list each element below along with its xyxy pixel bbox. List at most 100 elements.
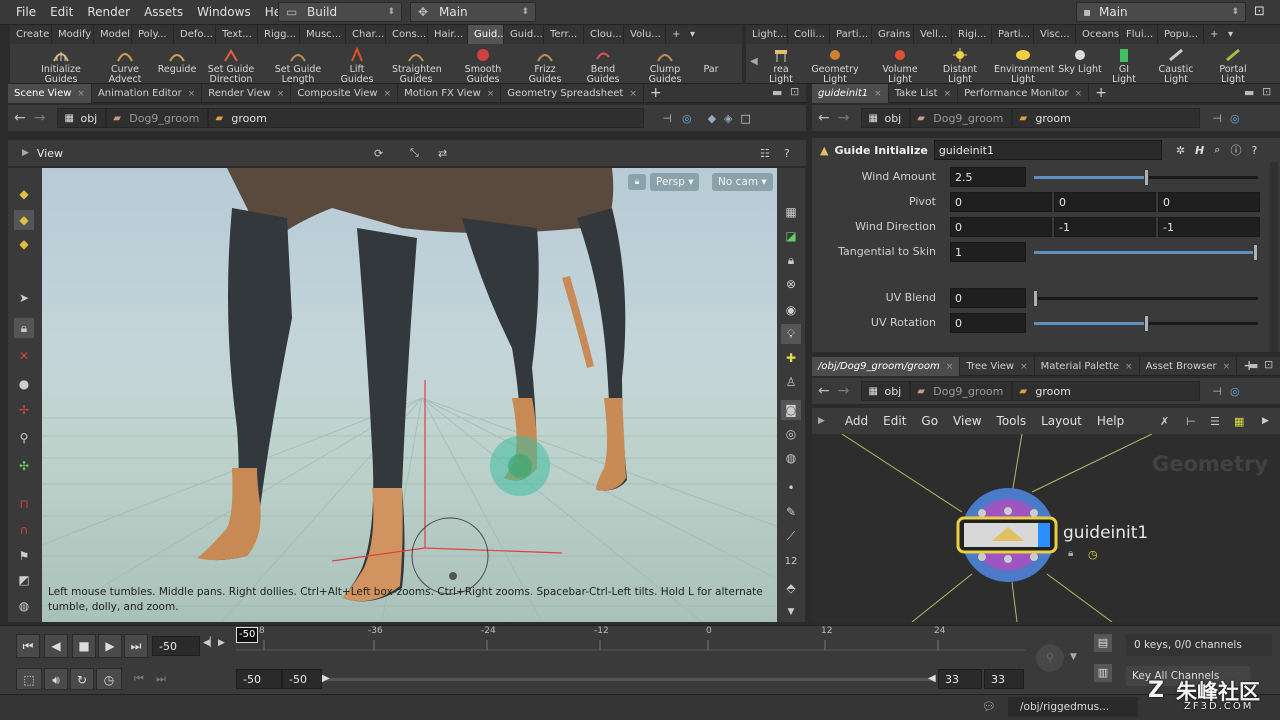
shelf-tab[interactable]: Volu... [624,25,666,44]
shading-icon[interactable]: ◪ [781,226,801,246]
distant-light-tool[interactable]: Distant Light [932,44,988,85]
paint-icon[interactable]: ⬘ [781,578,801,598]
dot-icon[interactable]: • [781,478,801,498]
timeline-ruler[interactable] [236,628,1026,666]
shelf-tab[interactable]: Musc... [300,25,346,44]
shelf-tab[interactable]: Defo... [174,25,216,44]
back-arrow-icon[interactable]: ← [14,110,26,126]
path-crumb-groom[interactable]: ▰ groom [1012,108,1201,128]
shelf-tab[interactable]: Cons... [386,25,428,44]
pane-menu-icon[interactable]: ▬ [1244,86,1254,99]
snap-icon[interactable]: ∩ [14,520,34,540]
loop-icon[interactable]: ↻ [70,668,94,690]
network-menu-help[interactable]: Help [1097,414,1124,428]
pin-icon[interactable]: ⚑ [14,546,34,566]
tangential-slider[interactable] [1034,244,1258,261]
network-menu-layout[interactable]: Layout [1041,414,1082,428]
prev-key-icon[interactable]: ⏮ [134,672,144,686]
uv-rotation-slider[interactable] [1034,315,1258,332]
add-tab-icon[interactable]: + [1204,25,1222,44]
maximize-icon[interactable]: ⊡ [1254,4,1265,19]
pivot-y-field[interactable]: 0 [1054,192,1156,212]
key-all-icon[interactable]: ▥ [1094,664,1112,682]
shelf-tab[interactable]: Rigi... [952,25,992,44]
scene-viewport[interactable]: 🔒︎ Persp ▾ No cam ▾ [42,168,777,622]
shelf-tab[interactable]: Colli... [788,25,830,44]
shelf-tab[interactable]: Parti... [992,25,1034,44]
select-icon[interactable]: ◆ [14,184,34,204]
realtime-icon[interactable]: ⬚ [16,668,42,690]
path-crumb-groom[interactable]: ▰ groom [208,108,645,128]
chevron-down-icon[interactable]: ▼ [1070,652,1077,662]
menu-windows[interactable]: Windows [190,0,258,25]
range-end-field-2[interactable]: 33 [984,669,1024,689]
pin-icon[interactable]: ⊣ [662,112,672,125]
help-icon[interactable]: ? [784,147,790,160]
play-icon[interactable]: ▶ [98,634,122,658]
environment-light-tool[interactable]: Environment Light [994,44,1055,85]
shelf-tab[interactable]: Create [10,25,52,44]
close-icon[interactable]: × [946,362,954,372]
maximize-icon[interactable]: ⊡ [790,85,799,98]
render-icon[interactable]: ◍ [781,448,801,468]
step-back-icon[interactable]: ◀▏ [203,638,217,648]
magnet-icon[interactable]: ⊓ [14,494,34,514]
shelf-tab[interactable]: Char... [346,25,386,44]
range-end-field[interactable]: 33 [938,669,982,689]
uv-rotation-field[interactable]: 0 [950,313,1026,333]
gi-light-tool[interactable]: GI Light [1106,44,1142,85]
channel-icon[interactable]: ▤ [1094,634,1112,652]
add-tab-icon[interactable]: + [666,25,684,44]
measure-icon[interactable]: ⟋ [781,526,801,546]
close-icon[interactable]: × [1223,362,1231,372]
menu-render[interactable]: Render [80,0,137,25]
shelf-tab[interactable]: Vell... [914,25,952,44]
current-frame-field[interactable]: -50 [152,636,200,656]
add-tab-icon[interactable]: + [644,84,668,103]
tab-guideinit1[interactable]: guideinit1 × [812,83,889,103]
tab-animation-editor[interactable]: Animation Editor × [92,83,203,103]
grid-number-icon[interactable]: 12 [781,552,801,572]
wind-amount-field[interactable]: 2.5 [950,167,1026,187]
jump-end-icon[interactable]: ⏭ [124,634,148,658]
network-menu-add[interactable]: Add [845,414,868,428]
node-name-field[interactable]: guideinit1 [933,140,1162,160]
menu-edit[interactable]: Edit [43,0,80,25]
shelf-tab[interactable]: Light... [746,25,788,44]
range-start-field[interactable]: -50 [236,669,282,689]
bend-guides-tool[interactable]: Bend Guides [576,44,630,85]
close-icon[interactable]: × [1075,89,1083,99]
path-crumb-dog[interactable]: ▰ Dog9_groom [910,381,1013,401]
menu-file[interactable]: File [9,0,43,25]
pointer-icon[interactable]: ➤ [14,288,34,308]
close-icon[interactable]: × [874,89,882,99]
desktop-dropdown[interactable]: ▭ Build ⬍ [278,2,402,22]
shelf-tab[interactable]: Flui... [1120,25,1158,44]
volume-light-tool[interactable]: Volume Light [870,44,930,85]
sky-light-tool[interactable]: Sky Light [1056,44,1104,84]
close-icon[interactable]: × [487,89,495,99]
close-icon[interactable]: × [944,89,952,99]
pose-icon[interactable]: ⚲ [14,428,34,448]
shelf-tab[interactable]: Modify [52,25,94,44]
search-icon[interactable]: ⌕ [1214,143,1220,157]
jump-start-icon[interactable]: ⏮ [16,634,40,658]
smooth-guides-tool[interactable]: Smooth Guides [460,44,506,85]
wind-dir-x-field[interactable]: 0 [950,217,1052,237]
step-forward-icon[interactable]: ▶ [218,638,225,648]
shelf-tab[interactable]: Grains [872,25,914,44]
lift-guides-tool[interactable]: Lift Guides [332,44,382,85]
camera-menu[interactable]: No cam ▾ [712,173,773,191]
path-crumb-dog[interactable]: ▰ Dog9_groom [106,108,209,128]
info-icon[interactable]: ⓘ [1230,142,1241,158]
set-guide-direction-tool[interactable]: Set Guide Direction [204,44,258,85]
menu-assets[interactable]: Assets [137,0,190,25]
camera-icon[interactable]: ◙ [781,400,801,420]
close-icon[interactable]: × [384,89,392,99]
cube-icon[interactable]: ◆ [708,112,716,125]
chevron-down-icon[interactable]: ▾ [684,25,702,44]
pane-menu-icon[interactable]: ▬ [1248,359,1258,372]
pin-icon[interactable]: ⊣ [1212,112,1222,125]
help-icon[interactable]: ? [1251,144,1257,157]
reguide-tool[interactable]: Reguide [156,44,198,84]
